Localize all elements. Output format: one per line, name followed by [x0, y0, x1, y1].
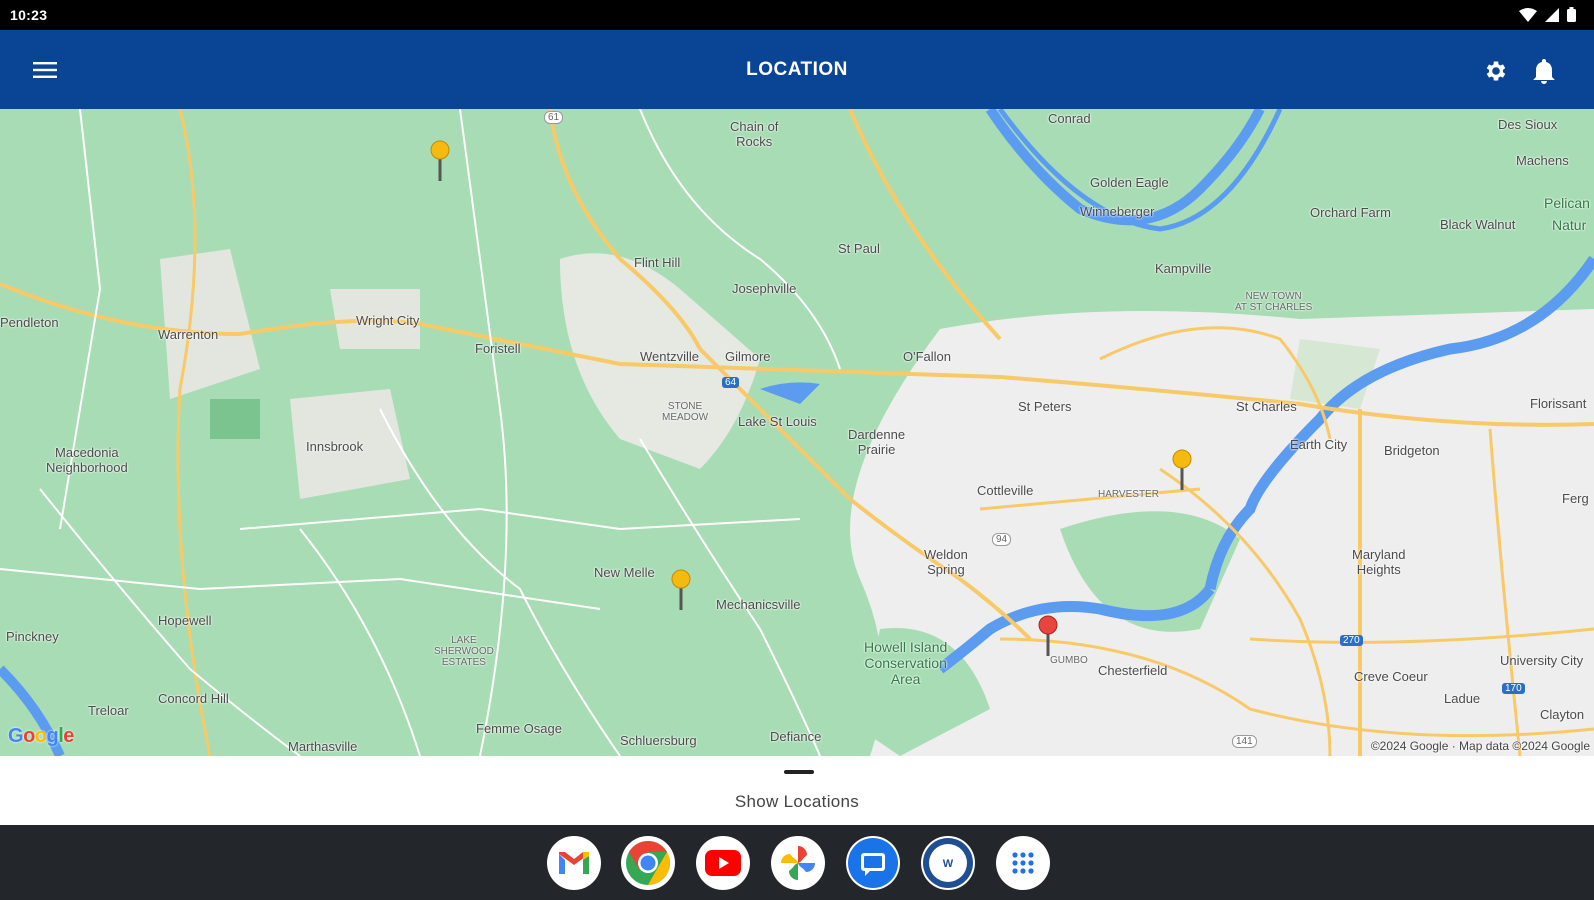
map-label: Concord Hill: [158, 691, 229, 706]
map-label: NEW TOWN AT ST CHARLES: [1235, 291, 1313, 313]
route-shield-61: 61: [544, 111, 564, 124]
map-label: University City: [1500, 653, 1584, 668]
map-label: Natur: [1552, 217, 1587, 233]
map-label: St Paul: [838, 241, 880, 256]
youtube-icon: [705, 850, 741, 876]
map-label: Kampville: [1155, 261, 1212, 276]
status-bar: 10:23: [0, 0, 1594, 30]
map-label: Golden Eagle: [1090, 175, 1169, 190]
map-label: Florissant: [1530, 396, 1587, 411]
battery-icon: [1567, 7, 1576, 22]
gmail-icon: [559, 852, 589, 874]
map-label: Lake St Louis: [738, 414, 817, 429]
location-pin-yellow[interactable]: [669, 568, 693, 610]
wifi-icon: [1519, 7, 1537, 22]
bell-icon: [1533, 59, 1555, 84]
svg-text:W: W: [943, 858, 954, 870]
map-label: Chesterfield: [1098, 663, 1168, 678]
map-label: Pelican: [1544, 195, 1590, 211]
map-label: St Peters: [1018, 399, 1072, 414]
map-label: Defiance: [770, 729, 822, 744]
map-label: O'Fallon: [903, 349, 952, 364]
shop-app[interactable]: W: [921, 836, 975, 890]
map-label: GUMBO: [1050, 655, 1088, 666]
map-copyright: ©2024 Google · Map data ©2024 Google: [1370, 739, 1590, 753]
drag-handle[interactable]: [784, 770, 814, 774]
map-label: Flint Hill: [634, 255, 681, 270]
map-label: Pendleton: [0, 315, 59, 330]
shop-app-icon: W: [923, 838, 973, 888]
google-logo: Google: [8, 725, 74, 747]
bottom-sheet: Show Locations: [0, 756, 1594, 825]
map-label: St Charles: [1236, 399, 1297, 414]
map-label: New Melle: [594, 565, 655, 580]
map-label: Maryland Heights: [1352, 547, 1406, 577]
photos-icon: [781, 846, 815, 880]
map-label: Chain of Rocks: [730, 119, 779, 149]
map-label: Clayton: [1540, 707, 1585, 722]
map-label: Warrenton: [158, 327, 219, 342]
page-title: LOCATION: [746, 59, 848, 80]
route-shield-270: 270: [1340, 635, 1363, 646]
map-label: Des Sioux: [1498, 117, 1558, 132]
map-label: Innsbrook: [306, 439, 364, 454]
map-label: Black Walnut: [1440, 217, 1516, 232]
signal-icon: [1545, 7, 1559, 22]
map-label: Treloar: [88, 703, 129, 718]
map-label: Mechanicsville: [716, 597, 801, 612]
map-label: Earth City: [1290, 437, 1348, 452]
map-label: Femme Osage: [476, 721, 562, 736]
map-label: Ladue: [1444, 691, 1481, 706]
map-label: LAKE SHERWOOD ESTATES: [434, 635, 494, 668]
map-label: Wentzville: [640, 349, 700, 364]
map-label: Foristell: [475, 341, 521, 356]
settings-button[interactable]: [1480, 55, 1512, 87]
map-label: Winneberger: [1080, 204, 1155, 219]
map-label: Bridgeton: [1384, 443, 1440, 458]
youtube-app[interactable]: [696, 836, 750, 890]
map-label: Macedonia Neighborhood: [46, 445, 128, 475]
route-shield-170: 170: [1502, 683, 1525, 694]
chrome-app[interactable]: [621, 836, 675, 890]
map-label: Machens: [1516, 153, 1569, 168]
map-view[interactable]: Conrad Des Sioux Chain of Rocks Golden E…: [0, 109, 1594, 756]
map-label: Schluersburg: [620, 733, 697, 748]
map-label: Creve Coeur: [1354, 669, 1428, 684]
map-label: Ferg: [1562, 491, 1589, 506]
messages-app[interactable]: [846, 836, 900, 890]
route-shield-141: 141: [1232, 735, 1257, 748]
map-label: Dardenne Prairie: [848, 427, 906, 457]
map-label: Weldon Spring: [924, 547, 968, 577]
map-label: HARVESTER: [1098, 489, 1159, 500]
taskbar: W: [0, 825, 1594, 900]
photos-app[interactable]: [771, 836, 825, 890]
route-shield-94: 94: [992, 533, 1012, 546]
apps-grid-icon: [1012, 852, 1034, 874]
map-label: Gilmore: [725, 349, 771, 364]
map-label: Cottleville: [977, 483, 1034, 498]
status-icons: [1519, 7, 1576, 22]
show-locations-button[interactable]: Show Locations: [0, 792, 1594, 812]
app-drawer-button[interactable]: [996, 836, 1050, 890]
map-label: Hopewell: [158, 613, 212, 628]
gmail-app[interactable]: [547, 836, 601, 890]
location-pin-yellow[interactable]: [1170, 448, 1194, 490]
map-label: Josephville: [732, 281, 797, 296]
route-shield-64: 64: [722, 377, 740, 388]
location-pin-yellow[interactable]: [428, 139, 452, 181]
map-label: STONE MEADOW: [662, 401, 709, 423]
map-label: Conrad: [1048, 111, 1091, 126]
map-label: Marthasville: [288, 739, 358, 754]
location-pin-red[interactable]: [1036, 614, 1060, 656]
notifications-button[interactable]: [1528, 55, 1560, 87]
map-label: Howell Island Conservation Area: [864, 639, 948, 687]
map-label: Orchard Farm: [1310, 205, 1391, 220]
app-bar: LOCATION: [0, 30, 1594, 109]
gear-icon: [1486, 61, 1506, 81]
map-label: Pinckney: [6, 629, 59, 644]
map-label: Wright City: [356, 313, 420, 328]
chrome-icon: [626, 841, 670, 885]
messages-icon: [848, 838, 898, 888]
status-time: 10:23: [10, 7, 48, 23]
